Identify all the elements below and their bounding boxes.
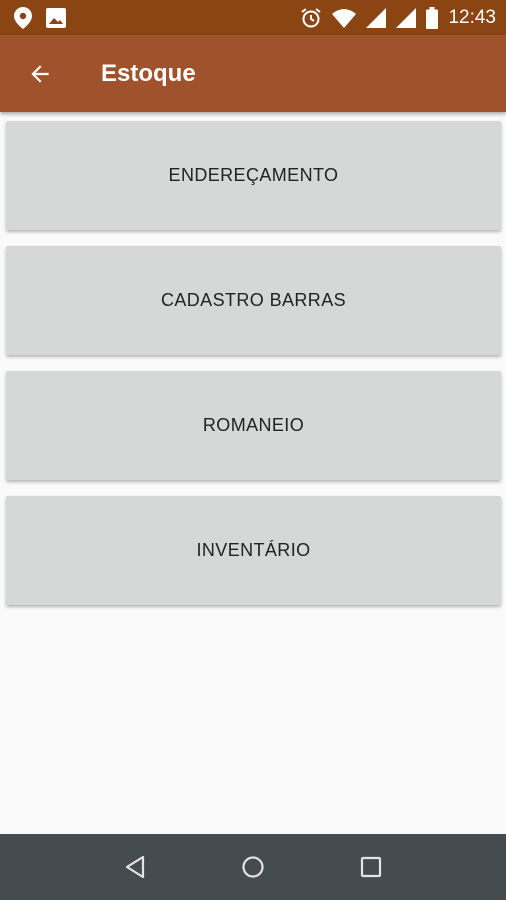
location-icon xyxy=(14,6,32,29)
back-triangle-icon xyxy=(124,855,146,879)
back-button[interactable] xyxy=(0,35,80,112)
battery-icon xyxy=(426,6,439,29)
inventario-button[interactable]: INVENTÁRIO xyxy=(6,496,501,605)
nav-recents-button[interactable] xyxy=(347,843,395,891)
signal-icon xyxy=(366,7,387,28)
status-bar-left xyxy=(14,6,80,29)
enderecamento-button[interactable]: ENDEREÇAMENTO xyxy=(6,121,501,230)
nav-home-button[interactable] xyxy=(229,843,277,891)
recents-square-icon xyxy=(360,856,382,878)
page-title: Estoque xyxy=(101,59,196,87)
arrow-back-icon xyxy=(27,61,53,87)
status-bar-right: 12:43 xyxy=(290,6,496,29)
status-time: 12:43 xyxy=(448,6,496,28)
image-icon xyxy=(46,7,66,28)
cadastro-barras-button[interactable]: CADASTRO BARRAS xyxy=(6,246,501,355)
app-bar: Estoque xyxy=(0,35,506,112)
status-bar: 12:43 xyxy=(0,0,506,35)
navigation-bar xyxy=(0,834,506,900)
wifi-icon xyxy=(332,8,357,28)
romaneio-button[interactable]: ROMANEIO xyxy=(6,371,501,480)
alarm-icon xyxy=(300,7,322,29)
home-circle-icon xyxy=(241,855,265,879)
nav-back-button[interactable] xyxy=(111,843,159,891)
signal-icon xyxy=(396,7,417,28)
